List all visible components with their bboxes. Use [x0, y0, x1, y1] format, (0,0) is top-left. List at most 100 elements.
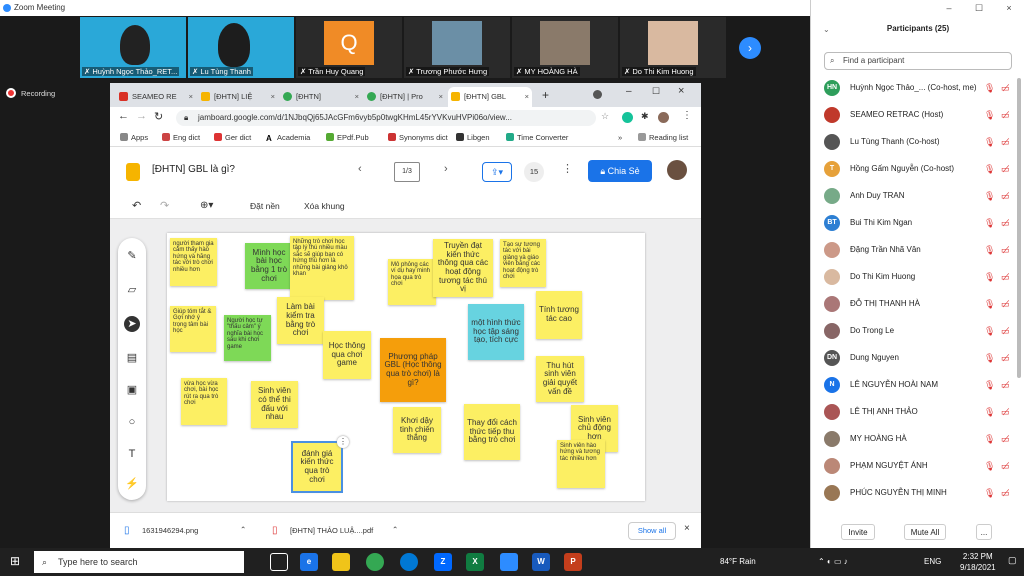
weather[interactable]: 84°F Rain [720, 557, 756, 566]
redo-icon[interactable]: ↷ [160, 193, 169, 219]
participant-row[interactable]: ĐỖ THỊ THANH HÀ 🎙︎ ▭̸ [821, 294, 1016, 320]
browser-tab[interactable]: SEAMEO RE × [116, 87, 196, 107]
sticky-note[interactable]: Sinh viên có thể thi đấu với nhau [251, 381, 298, 428]
sticky-note[interactable]: Mô phỏng các ví dụ hay minh họa qua trò … [388, 259, 436, 305]
video-off-icon[interactable]: ▭̸ [1001, 133, 1010, 151]
clear-frame-button[interactable]: Xóa khung [304, 193, 345, 219]
chevron-down-icon[interactable]: ⌃ [240, 525, 246, 534]
download-item[interactable]: 1631946294.png [142, 526, 198, 535]
browser-tab[interactable]: [ĐHTN] | Pro × [364, 87, 446, 107]
reload-icon[interactable]: ↻ [154, 110, 163, 123]
video-off-icon[interactable]: ▭̸ [1001, 484, 1010, 502]
new-tab-icon[interactable]: + [542, 88, 549, 102]
next-frame-icon[interactable]: › [444, 163, 448, 175]
video-off-icon[interactable]: ▭̸ [1001, 349, 1010, 367]
sticky-note[interactable]: vừa học vừa chơi, bài học rút ra qua trò… [181, 378, 227, 425]
mute-all-button[interactable]: Mute All [904, 524, 946, 540]
mic-muted-icon[interactable]: 🎙︎ [984, 403, 995, 421]
video-off-icon[interactable]: ▭̸ [1001, 403, 1010, 421]
mic-muted-icon[interactable]: 🎙︎ [984, 241, 995, 259]
bookmark-item[interactable]: EPdf.Pub [326, 129, 369, 147]
video-off-icon[interactable]: ▭̸ [1001, 214, 1010, 232]
collapse-icon[interactable]: ⌄ [823, 25, 830, 34]
maximize-icon[interactable]: ☐ [964, 0, 994, 16]
clock[interactable]: 2:32 PM 9/18/2021 [960, 551, 996, 573]
file-explorer-icon[interactable] [332, 553, 350, 571]
sticky-note[interactable]: Giúp tóm tắt & Gợi nhớ ý trọng tâm bài h… [170, 306, 216, 352]
video-tile[interactable]: ✗ MY HOÀNG HÀ [512, 17, 618, 78]
minimize-icon[interactable]: – [626, 86, 632, 97]
note-menu-icon[interactable]: ⋮ [337, 436, 349, 448]
image-icon[interactable]: ▣ [124, 382, 140, 398]
task-view-icon[interactable] [270, 553, 288, 571]
jam-canvas[interactable]: người tham gia cảm thấy hào hứng và hăng… [167, 233, 645, 501]
sticky-note[interactable]: người tham gia cảm thấy hào hứng và hăng… [170, 238, 217, 286]
profile-avatar[interactable] [658, 112, 669, 123]
mic-muted-icon[interactable]: 🎙︎ [984, 322, 995, 340]
close-window-icon[interactable]: × [678, 85, 684, 97]
participant-row[interactable]: PHÚC NGUYỄN THỊ MINH 🎙︎ ▭̸ [821, 483, 1016, 509]
video-off-icon[interactable]: ▭̸ [1001, 106, 1010, 124]
powerpoint-icon[interactable]: P [564, 553, 582, 571]
text-box-icon[interactable]: T [124, 446, 140, 462]
sticky-note[interactable]: Mình học bài học bằng 1 trò chơi [245, 243, 293, 289]
shape-icon[interactable]: ○ [124, 414, 140, 430]
menu-icon[interactable]: ⋮ [682, 110, 692, 121]
show-all-button[interactable]: Show all [628, 522, 676, 540]
video-off-icon[interactable]: ▭̸ [1001, 376, 1010, 394]
mic-muted-icon[interactable]: 🎙︎ [984, 457, 995, 475]
url-input[interactable]: 🔒︎ jamboard.google.com/d/1NJbqQj65JAcGFm6… [176, 110, 596, 126]
close-tab-icon[interactable]: × [271, 87, 275, 107]
tray-icons[interactable]: ⌃ ◐ ▭ ♪ [818, 557, 848, 566]
participant-row[interactable]: Đặng Trần Nhã Vân 🎙︎ ▭̸ [821, 240, 1016, 266]
sticky-note[interactable]: Sinh viên hào hứng và tương tác nhiều hơ… [557, 440, 605, 488]
jam-title[interactable]: [ĐHTN] GBL là gì? [152, 164, 235, 175]
participant-row[interactable]: MY HOÀNG HÀ 🎙︎ ▭̸ [821, 429, 1016, 455]
edge-icon[interactable]: e [300, 553, 318, 571]
close-tab-icon[interactable]: × [439, 87, 443, 107]
bookmark-item[interactable]: Eng dict [162, 129, 200, 147]
mic-muted-icon[interactable]: 🎙︎ [984, 376, 995, 394]
user-avatar[interactable] [667, 160, 687, 180]
zalo-icon[interactable]: Z [434, 553, 452, 571]
mic-muted-icon[interactable]: 🎙︎ [984, 349, 995, 367]
sticky-note[interactable]: Phương pháp GBL (Học thông qua trò chơi)… [380, 338, 446, 402]
participant-row[interactable]: PHẠM NGUYỆT ÁNH 🎙︎ ▭̸ [821, 456, 1016, 482]
record-tab-icon[interactable] [593, 90, 602, 99]
participant-row[interactable]: HN Huỳnh Ngọc Thảo_... (Co-host, me) 🎙︎ ▭̸ [821, 78, 1016, 104]
sticky-note[interactable]: Học thông qua chơi game [323, 331, 371, 379]
browser-tab[interactable]: [ĐHTN] LIỆ × [198, 87, 278, 107]
back-icon[interactable]: ← [118, 110, 129, 122]
more-button[interactable]: ... [976, 524, 992, 540]
participant-row[interactable]: T Hồng Gấm Nguyễn (Co-host) 🎙︎ ▭̸ [821, 159, 1016, 185]
more-icon[interactable]: ⋮ [562, 162, 573, 175]
sticky-note[interactable]: Những trò chơi học tập lý thú nhiều màu … [290, 236, 354, 300]
more-bookmarks-icon[interactable]: » [618, 129, 622, 147]
browser-tab-active[interactable]: [ĐHTN] GBL × [448, 87, 532, 107]
chevron-down-icon[interactable]: ⌃ [392, 525, 398, 534]
bookmark-item[interactable]: Time Converter [506, 129, 568, 147]
next-page-icon[interactable]: › [739, 37, 761, 59]
video-off-icon[interactable]: ▭̸ [1001, 241, 1010, 259]
input-language[interactable]: ENG [924, 557, 941, 566]
mic-muted-icon[interactable]: 🎙︎ [984, 187, 995, 205]
prev-frame-icon[interactable]: ‹ [358, 163, 362, 175]
laser-icon[interactable]: ⚡ [124, 476, 140, 492]
zoom-app-icon[interactable] [500, 553, 518, 571]
zoom-icon[interactable]: ⊕▾ [200, 193, 213, 219]
mic-muted-icon[interactable]: 🎙︎ [984, 268, 995, 286]
mic-muted-icon[interactable]: 🎙︎ [984, 160, 995, 178]
participant-row[interactable]: N LÊ NGUYỄN HOÀI NAM 🎙︎ ▭̸ [821, 375, 1016, 401]
taskbar-search[interactable]: ⌕ Type here to search [34, 551, 244, 573]
download-item[interactable]: [ĐHTN] THẢO LUẬ....pdf [290, 526, 373, 535]
edge-browser-icon[interactable] [400, 553, 418, 571]
participant-row[interactable]: Do Thi Kim Huong 🎙︎ ▭̸ [821, 267, 1016, 293]
invite-button[interactable]: Invite [841, 524, 875, 540]
sticky-note[interactable]: Truyền đạt kiến thức thông qua các hoạt … [433, 239, 493, 297]
bookmark-apps[interactable]: Apps [120, 129, 148, 147]
minimize-icon[interactable]: – [934, 0, 964, 16]
sticky-note[interactable]: Thay đổi cách thức tiếp thu bằng trò chơ… [464, 404, 520, 460]
forward-icon[interactable]: → [136, 110, 147, 122]
excel-icon[interactable]: X [466, 553, 484, 571]
bookmark-item[interactable]: Ger dict [214, 129, 251, 147]
